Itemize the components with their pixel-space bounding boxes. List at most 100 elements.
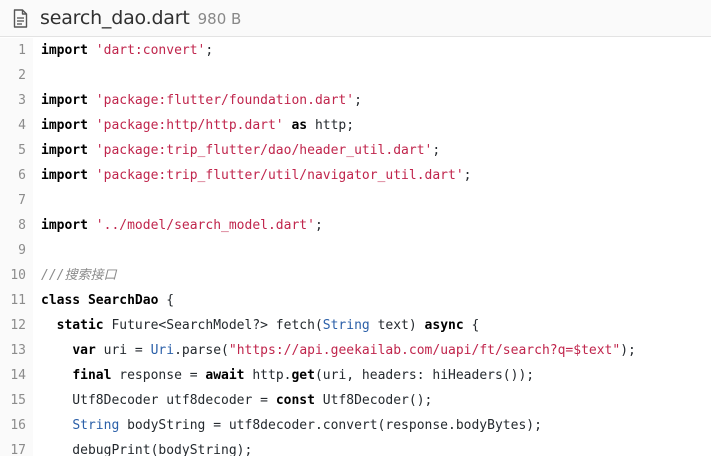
file-size: 980 B — [197, 10, 242, 28]
keyword-token: as — [291, 118, 308, 133]
code-line: final response = await http.get(uri, hea… — [41, 363, 711, 388]
plain-token: { — [158, 293, 175, 308]
file-name[interactable]: search_dao.dart — [40, 7, 190, 29]
keyword-token: final — [72, 368, 112, 383]
keyword-token: await — [205, 368, 245, 383]
plain-token: debugPrint(bodyString); — [41, 443, 253, 456]
string-token: "https://api.geekailab.com/uapi/ft/searc… — [228, 343, 621, 358]
plain-token: ; — [314, 218, 323, 233]
plain-token: http; — [307, 118, 355, 133]
plain-token: ; — [432, 143, 441, 158]
line-number[interactable]: 10 — [0, 263, 33, 288]
string-token: 'package:trip_flutter/util/navigator_uti… — [95, 168, 464, 183]
line-number[interactable]: 9 — [0, 238, 33, 263]
keyword-token: var — [72, 343, 96, 358]
code-line: static Future<SearchModel?> fetch(String… — [41, 313, 711, 338]
keyword-token: SearchDao — [87, 293, 159, 308]
file-document-icon — [13, 8, 31, 28]
string-token: 'dart:convert' — [95, 43, 206, 58]
code-viewer: search_dao.dart 980 B 1 2 3 4 5 6 7 8 9 10 11 12 13 1… — [0, 0, 711, 456]
plain-token: ); — [620, 343, 636, 358]
keyword-token: static — [56, 318, 104, 333]
plain-token: http. — [244, 368, 292, 383]
code-line: ///搜索接口 — [41, 263, 711, 288]
keyword-token: import — [41, 43, 88, 58]
code-line: import 'package:http/http.dart' as http; — [41, 113, 711, 138]
code-area: 1 2 3 4 5 6 7 8 9 10 11 12 13 14 15 16 17 import 'dart:c… — [0, 37, 711, 456]
line-number[interactable]: 6 — [0, 163, 33, 188]
code-line: import 'package:trip_flutter/dao/header_… — [41, 138, 711, 163]
plain-token: (uri, headers: hiHeaders()); — [314, 368, 535, 383]
line-number[interactable]: 12 — [0, 313, 33, 338]
code-lines: import 'dart:convert'; import 'package:fl… — [38, 38, 711, 456]
line-number[interactable]: 13 — [0, 338, 33, 363]
file-header: search_dao.dart 980 B — [0, 0, 711, 37]
code-line: import 'package:trip_flutter/util/naviga… — [41, 163, 711, 188]
plain-token: ; — [463, 168, 472, 183]
line-number[interactable]: 3 — [0, 88, 33, 113]
type-token: Uri — [150, 343, 175, 358]
line-number[interactable]: 4 — [0, 113, 33, 138]
plain-token: ; — [205, 43, 214, 58]
line-number[interactable]: 17 — [0, 438, 33, 456]
line-number[interactable]: 11 — [0, 288, 33, 313]
plain-token: { — [463, 318, 480, 333]
type-token: String — [322, 318, 370, 333]
plain-token: Utf8Decoder(); — [314, 393, 433, 408]
keyword-token: class — [41, 293, 81, 308]
comment-token: ///搜索接口 — [41, 268, 117, 283]
plain-token: uri = — [95, 343, 151, 358]
plain-token: bodyString = utf8decoder.convert(respons… — [119, 418, 542, 433]
line-number[interactable]: 15 — [0, 388, 33, 413]
plain-token: .parse( — [174, 343, 229, 358]
code-line: var uri = Uri.parse("https://api.geekail… — [41, 338, 711, 363]
line-number[interactable]: 2 — [0, 63, 33, 88]
keyword-token: const — [275, 393, 315, 408]
line-number[interactable]: 7 — [0, 188, 33, 213]
code-line: import 'dart:convert'; — [41, 38, 711, 63]
line-number[interactable]: 14 — [0, 363, 33, 388]
line-number[interactable]: 16 — [0, 413, 33, 438]
plain-token: Utf8Decoder utf8decoder = — [41, 393, 276, 408]
keyword-token: import — [41, 143, 88, 158]
string-token: '../model/search_model.dart' — [95, 218, 315, 233]
string-token: 'package:flutter/foundation.dart' — [95, 93, 355, 108]
plain-token: ; — [354, 93, 362, 108]
type-token: String — [72, 418, 120, 433]
keyword-token: import — [41, 218, 88, 233]
code-line: Utf8Decoder utf8decoder = const Utf8Deco… — [41, 388, 711, 413]
code-line: import 'package:flutter/foundation.dart'… — [41, 88, 711, 113]
keyword-token: import — [41, 118, 88, 133]
line-number[interactable]: 5 — [0, 138, 33, 163]
keyword-token: import — [41, 168, 88, 183]
code-line: import '../model/search_model.dart'; — [41, 213, 711, 238]
string-token: 'package:trip_flutter/dao/header_util.da… — [95, 143, 433, 158]
keyword-token: import — [41, 93, 88, 108]
line-number[interactable]: 1 — [0, 38, 33, 63]
keyword-token: get — [291, 368, 315, 383]
string-token: 'package:http/http.dart' — [95, 118, 284, 133]
code-line: class SearchDao { — [41, 288, 711, 313]
code-line: debugPrint(bodyString); — [41, 438, 711, 456]
line-number[interactable]: 8 — [0, 213, 33, 238]
plain-token: Future<SearchModel?> fetch( — [103, 318, 323, 333]
code-line: String bodyString = utf8decoder.convert(… — [41, 413, 711, 438]
line-number-gutter: 1 2 3 4 5 6 7 8 9 10 11 12 13 14 15 16 17 — [0, 38, 33, 456]
keyword-token: async — [424, 318, 464, 333]
plain-token: text) — [369, 318, 425, 333]
plain-token: response = — [111, 368, 206, 383]
